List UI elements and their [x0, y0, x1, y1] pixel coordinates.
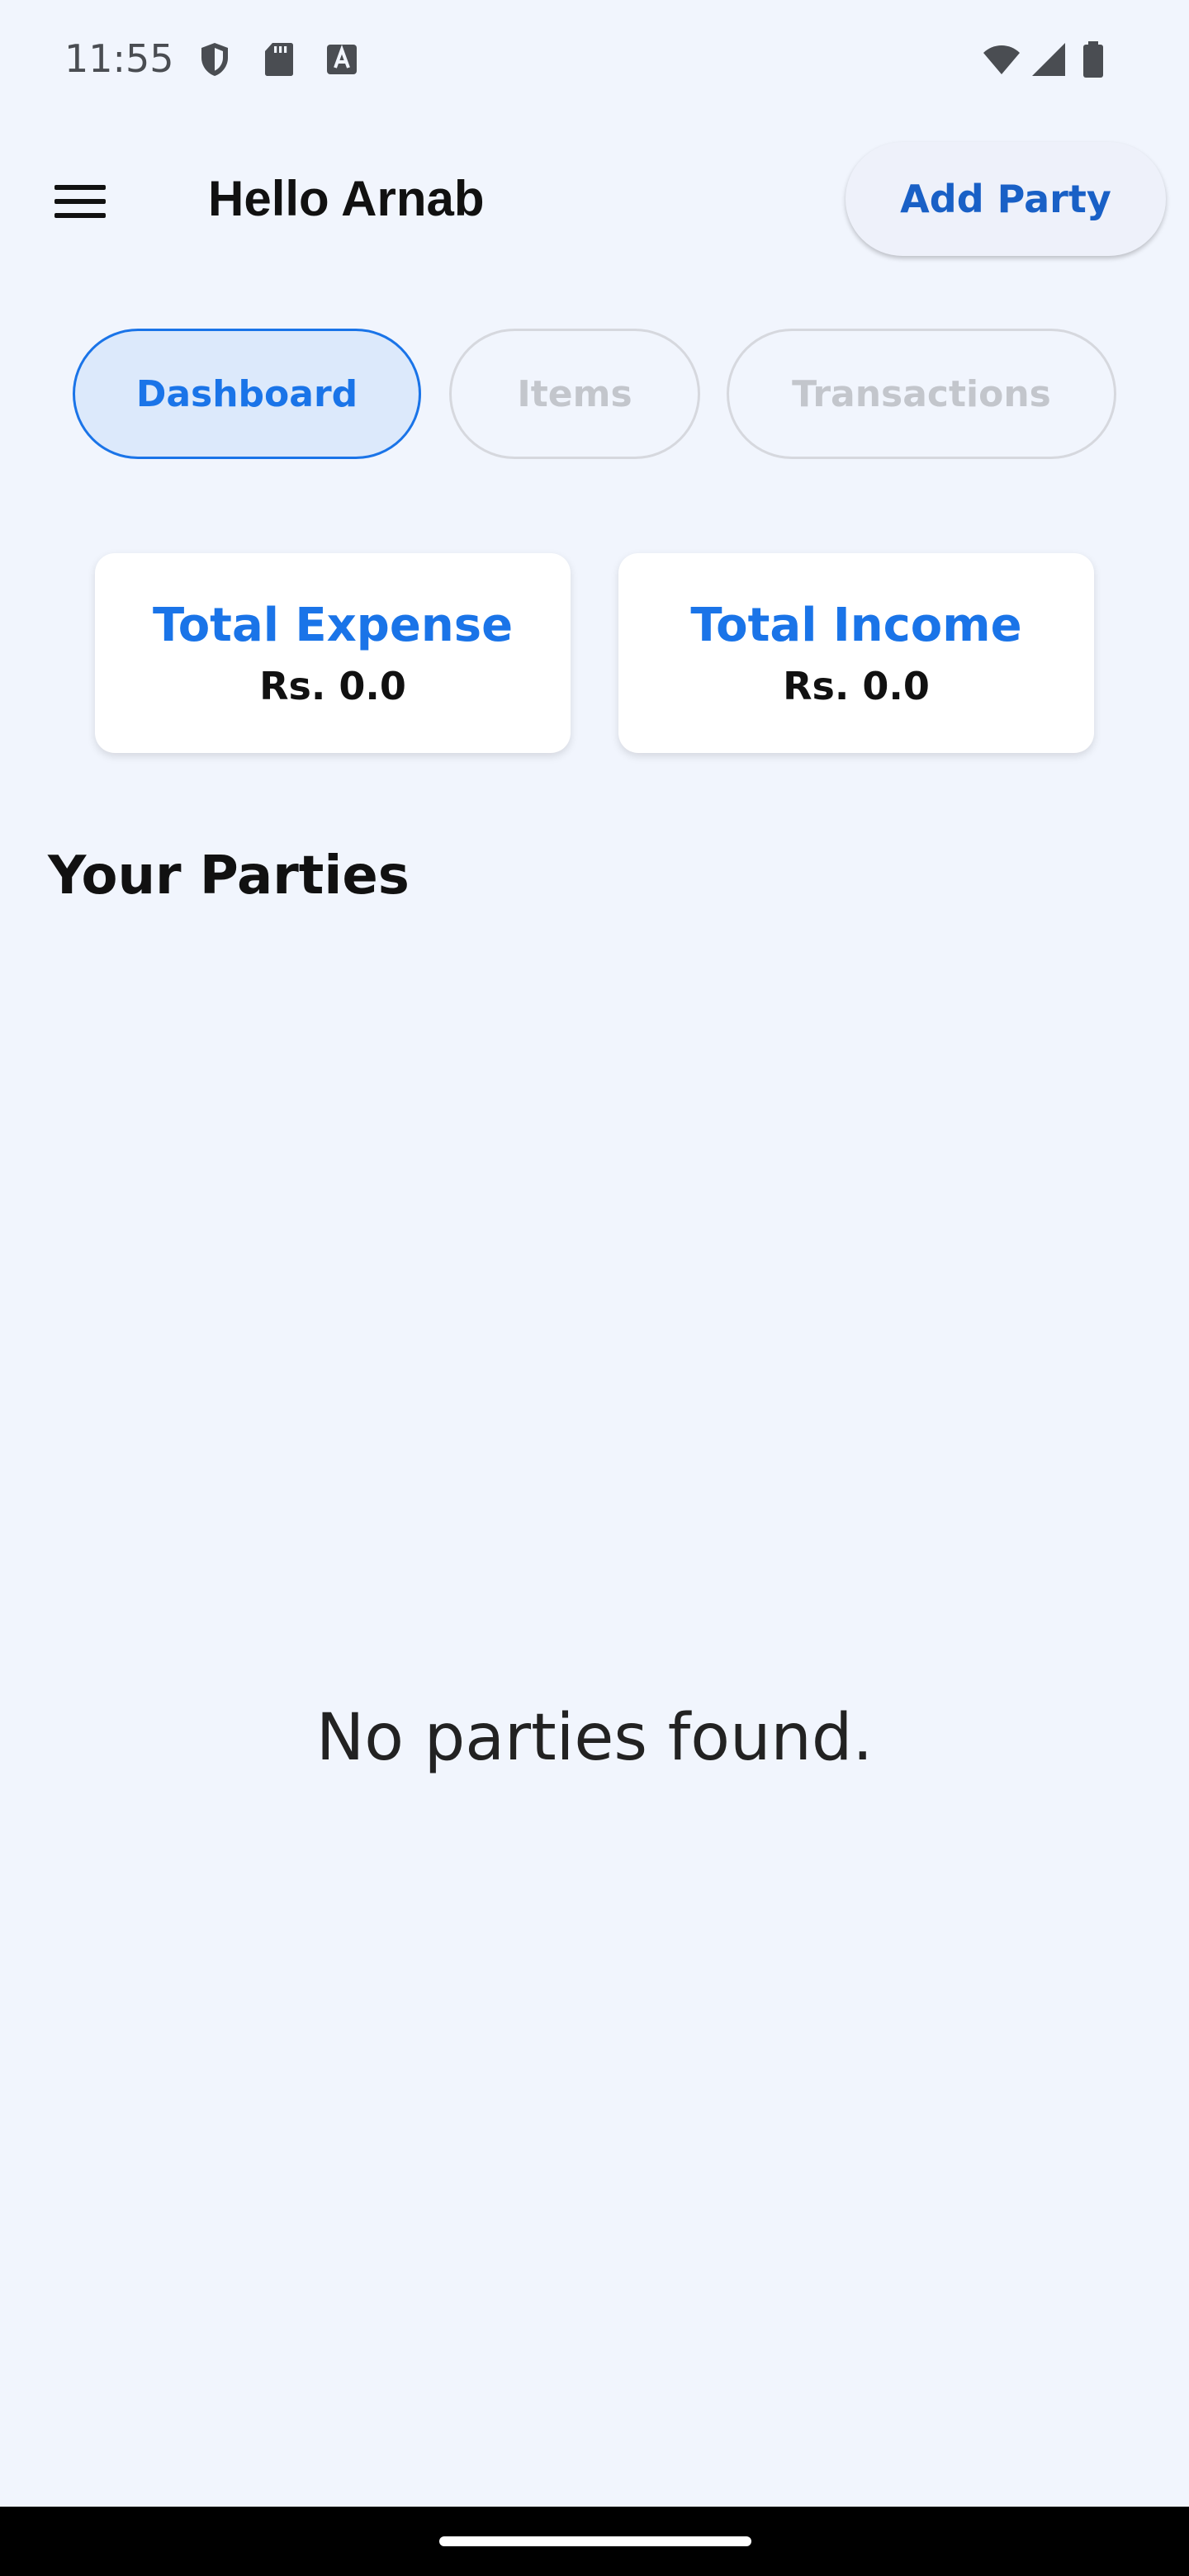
tab-transactions[interactable]: Transactions: [727, 329, 1116, 459]
total-income-value: Rs. 0.0: [783, 663, 930, 708]
cell-signal-icon: [1029, 40, 1068, 79]
total-expense-card: Total Expense Rs. 0.0: [95, 553, 571, 753]
total-income-card: Total Income Rs. 0.0: [618, 553, 1094, 753]
battery-icon: [1078, 40, 1108, 79]
add-party-button[interactable]: Add Party: [846, 142, 1166, 256]
system-nav-bar: [0, 2507, 1189, 2576]
total-expense-value: Rs. 0.0: [259, 663, 406, 708]
greeting-title: Hello Arnab: [208, 171, 485, 226]
shield-icon: [195, 40, 234, 79]
total-expense-title: Total Expense: [152, 598, 514, 652]
parties-section-title: Your Parties: [48, 845, 410, 907]
hamburger-menu-icon[interactable]: [45, 168, 119, 234]
empty-parties-message: No parties found.: [315, 1701, 874, 1775]
status-bar: 11:55: [0, 0, 1189, 116]
status-time: 11:55: [64, 36, 174, 81]
home-gesture-handle[interactable]: [439, 2536, 751, 2546]
total-income-title: Total Income: [690, 598, 1022, 652]
text-a-icon: [322, 40, 362, 79]
sd-card-icon: [259, 40, 299, 79]
tab-dashboard[interactable]: Dashboard: [73, 329, 421, 459]
tab-items[interactable]: Items: [449, 329, 700, 459]
wifi-icon: [979, 40, 1024, 79]
app-screen: 11:55 Hello Arnab Add Party Dashboard It: [0, 0, 1189, 2576]
